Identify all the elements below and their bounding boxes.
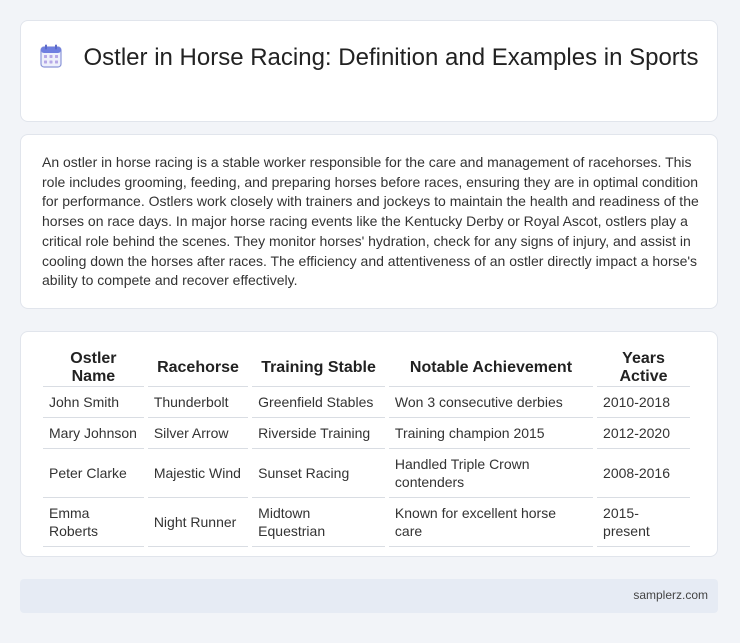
table-cell: Peter Clarke [43, 449, 144, 498]
table-cell: Thunderbolt [147, 387, 249, 418]
column-header-training-stable: Training Stable [252, 350, 385, 387]
table-cell: Won 3 consecutive derbies [388, 387, 594, 418]
table-cell: 2008-2016 [597, 449, 690, 498]
table-cell: Handled Triple Crown contenders [388, 449, 594, 498]
page-title-wrap: Ostler in Horse Racing: Definition and E… [21, 43, 717, 73]
intro-paragraph: An ostler in horse racing is a stable wo… [42, 154, 699, 289]
footer-site-link[interactable]: samplerz.com [633, 588, 708, 602]
header-card: Ostler in Horse Racing: Definition and E… [20, 20, 718, 122]
table-cell: Majestic Wind [147, 449, 249, 498]
table-cell: Known for excellent horse care [388, 498, 594, 547]
table-cell: 2015-present [597, 498, 690, 547]
column-header-ostler-name: Ostler Name [43, 350, 144, 387]
table-cell: Sunset Racing [252, 449, 385, 498]
table-cell: 2010-2018 [597, 387, 690, 418]
table-cell: Midtown Equestrian [252, 498, 385, 547]
table-cell: Night Runner [147, 498, 249, 547]
page-title: Ostler in Horse Racing: Definition and E… [83, 44, 699, 71]
table-row: Mary Johnson Silver Arrow Riverside Trai… [43, 418, 690, 449]
column-header-notable-achievement: Notable Achievement [388, 350, 594, 387]
column-header-racehorse: Racehorse [147, 350, 249, 387]
table-cell: 2012-2020 [597, 418, 690, 449]
table-cell: Silver Arrow [147, 418, 249, 449]
table-header-row: Ostler Name Racehorse Training Stable No… [43, 350, 690, 387]
table-cell: Training champion 2015 [388, 418, 594, 449]
table-cell: John Smith [43, 387, 144, 418]
table-cell: Mary Johnson [43, 418, 144, 449]
table-row: Emma Roberts Night Runner Midtown Equest… [43, 498, 690, 547]
table-card: Ostler Name Racehorse Training Stable No… [20, 331, 718, 557]
column-header-years-active: Years Active [597, 350, 690, 387]
table-row: Peter Clarke Majestic Wind Sunset Racing… [43, 449, 690, 498]
intro-card: An ostler in horse racing is a stable wo… [20, 134, 718, 309]
table-cell: Greenfield Stables [252, 387, 385, 418]
table-cell: Riverside Training [252, 418, 385, 449]
calendar-icon [39, 44, 62, 68]
table-row: John Smith Thunderbolt Greenfield Stable… [43, 387, 690, 418]
table-cell: Emma Roberts [43, 498, 144, 547]
footer-bar: samplerz.com [20, 579, 718, 613]
ostler-table: Ostler Name Racehorse Training Stable No… [39, 350, 694, 547]
